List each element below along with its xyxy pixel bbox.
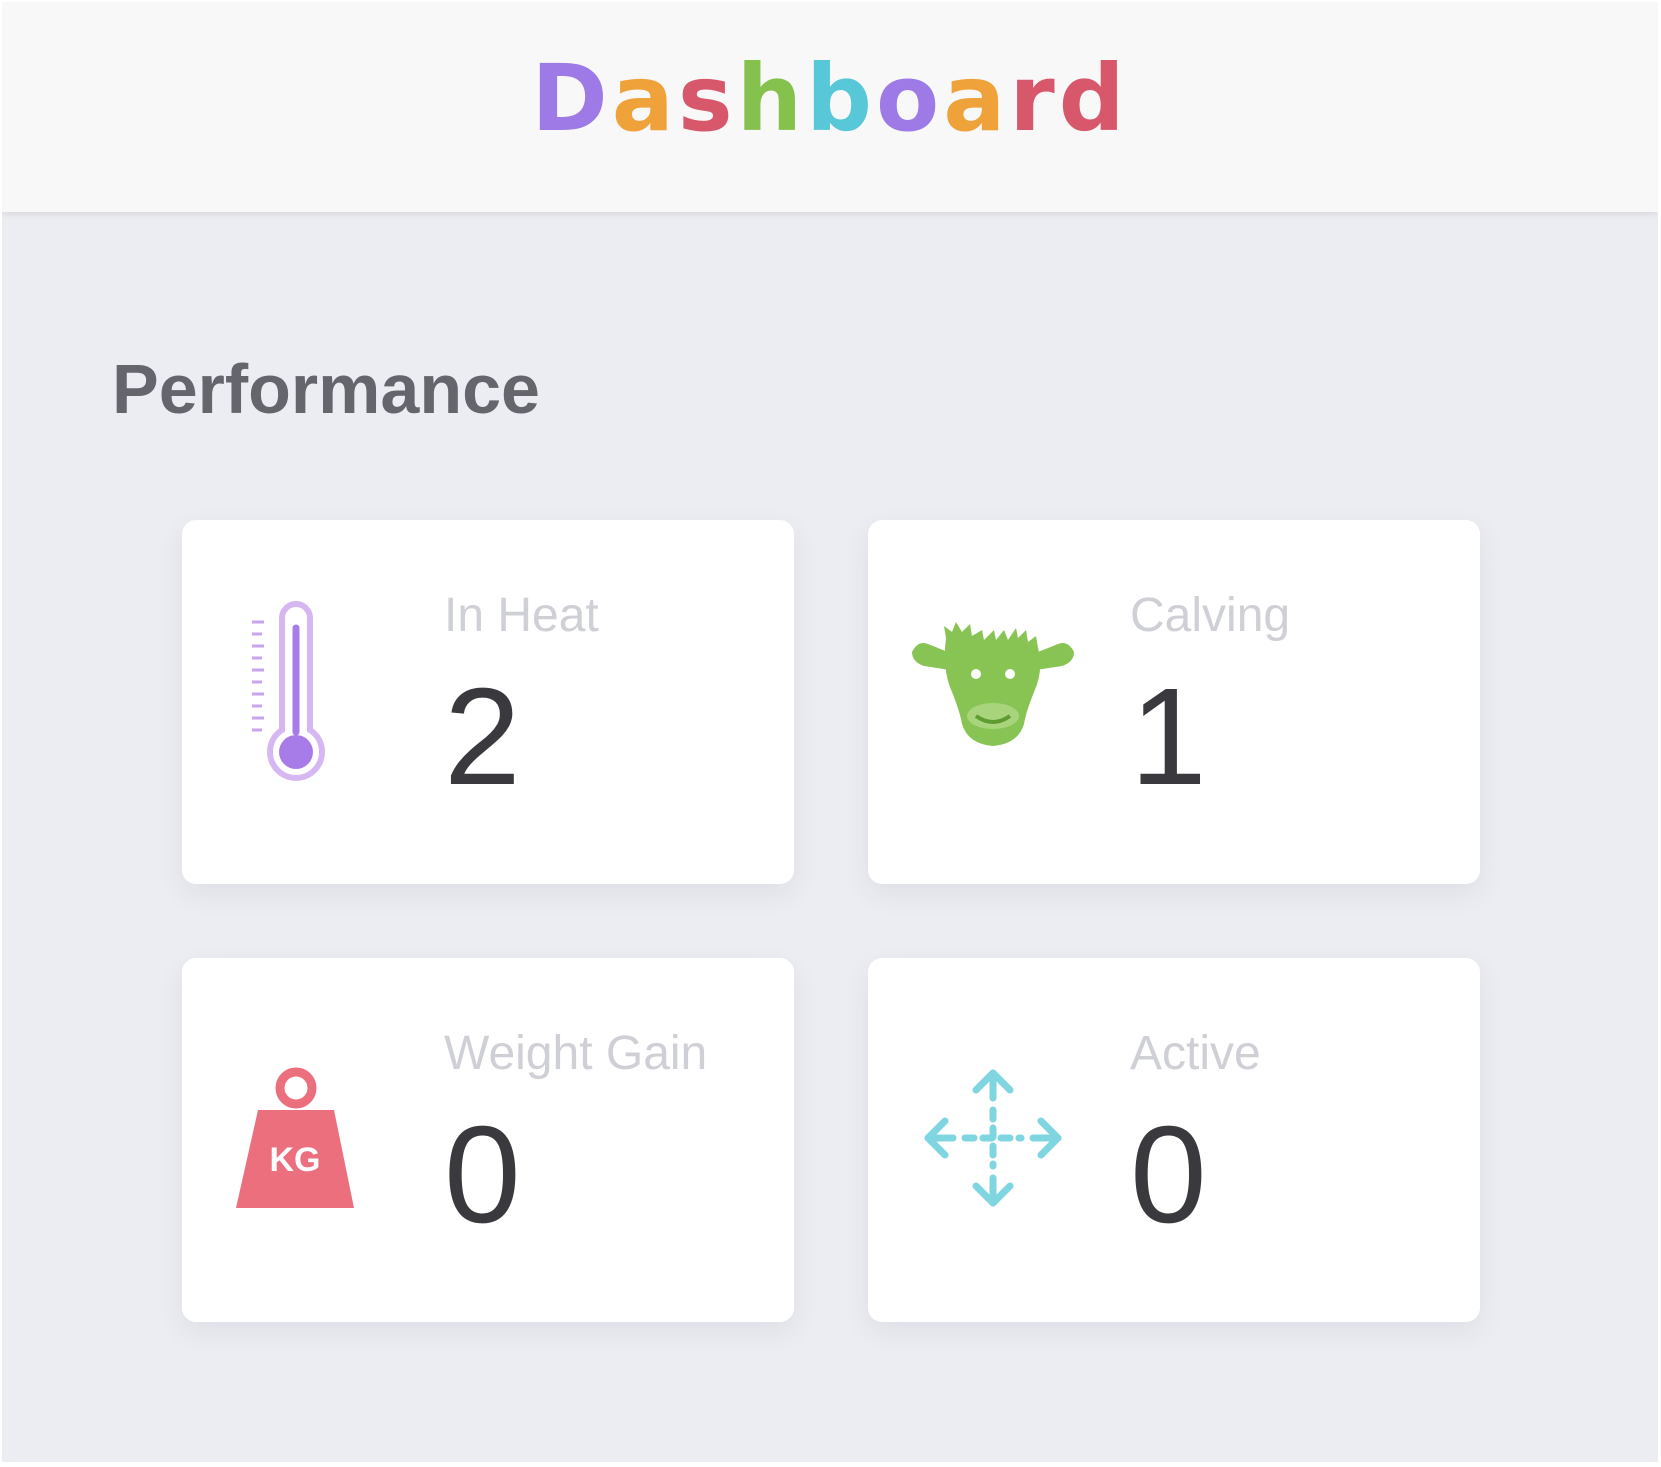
thermometer-icon — [212, 600, 402, 800]
card-label: Calving — [1130, 589, 1291, 642]
title-letter: D — [531, 44, 612, 152]
dashboard-app: Dashboard Performance In Heat 2 Calving … — [2, 2, 1658, 1462]
title-letter: a — [943, 44, 1010, 152]
page-title: Dashboard — [531, 45, 1128, 152]
card-active[interactable]: Active 0 — [868, 958, 1480, 1322]
title-letter: r — [1009, 44, 1059, 152]
title-letter: d — [1058, 44, 1129, 152]
card-label: Weight Gain — [444, 1027, 708, 1080]
kg-label: KG — [270, 1141, 321, 1179]
card-calving[interactable]: Calving 1 — [868, 520, 1480, 884]
title-letter: a — [611, 44, 678, 152]
section-title-performance: Performance — [112, 350, 540, 428]
title-letter: s — [677, 44, 737, 152]
move-arrows-icon — [898, 1038, 1088, 1238]
card-value: 1 — [1130, 660, 1207, 814]
card-value: 0 — [1130, 1098, 1207, 1252]
card-label: Active — [1130, 1027, 1261, 1080]
title-letter: b — [806, 44, 877, 152]
card-label: In Heat — [444, 589, 599, 642]
kg-weight-icon: KG — [212, 1038, 402, 1238]
card-in-heat[interactable]: In Heat 2 — [182, 520, 794, 884]
card-value: 2 — [444, 660, 521, 814]
card-weight-gain[interactable]: KG Weight Gain 0 — [182, 958, 794, 1322]
title-letter: o — [876, 44, 944, 152]
cow-head-icon — [898, 600, 1088, 800]
card-value: 0 — [444, 1098, 521, 1252]
header-bar: Dashboard — [2, 2, 1658, 212]
title-letter: h — [736, 44, 807, 152]
